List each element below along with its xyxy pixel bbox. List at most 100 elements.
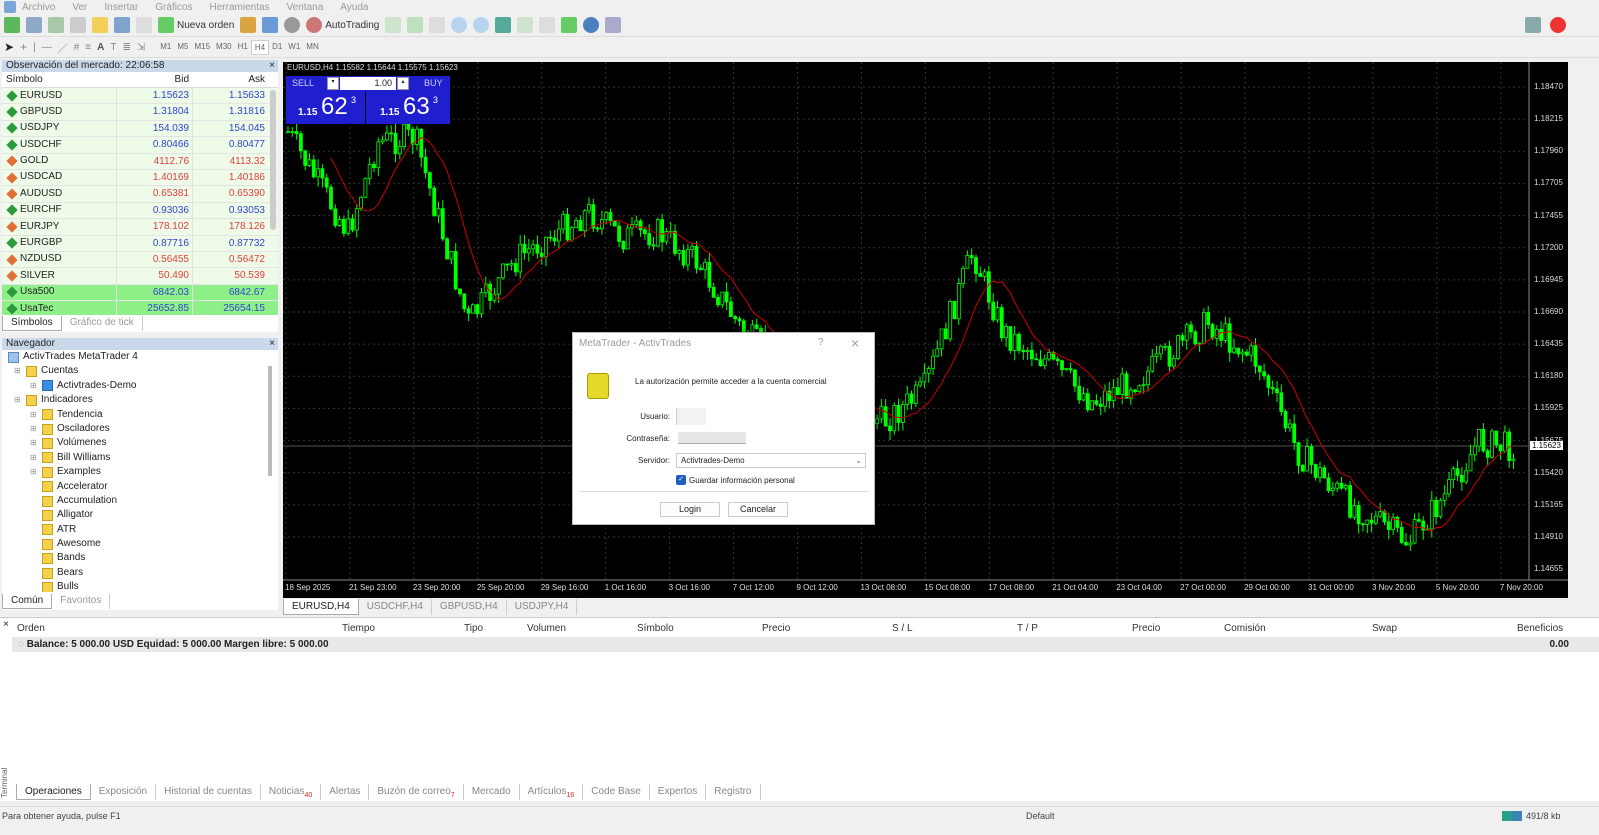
vertical-line-icon[interactable]: |	[33, 42, 36, 53]
market-watch-row[interactable]: GBPUSD 1.31804 1.31816	[2, 104, 278, 121]
indicators-icon[interactable]	[561, 17, 578, 33]
trendline-icon[interactable]: ／	[58, 40, 68, 55]
market-watch-row[interactable]: AUDUSD 0.65381 0.65390	[2, 186, 278, 203]
navigator-root[interactable]: ActivTrades MetaTrader 4	[8, 350, 278, 364]
navigator-item[interactable]: ⊞ Activtrades-Demo	[8, 379, 278, 393]
terminal-tab[interactable]: Mercado	[464, 784, 520, 800]
column-header[interactable]: Tiempo	[342, 623, 375, 634]
horizontal-line-icon[interactable]: —	[42, 42, 52, 53]
price-chart[interactable]	[283, 62, 1568, 598]
navigator-item[interactable]: ⊞ Cuentas	[8, 364, 278, 378]
menu-archivo[interactable]: Archivo	[22, 2, 55, 13]
timeframe-w1[interactable]: W1	[285, 40, 303, 55]
close-icon[interactable]: ×	[269, 338, 275, 349]
market-icon[interactable]	[284, 17, 301, 33]
terminal-tab[interactable]: Code Base	[583, 784, 650, 800]
market-watch-row[interactable]: GOLD 4112.76 4113.32	[2, 153, 278, 170]
column-header[interactable]: S / L	[892, 623, 913, 634]
navigator-item[interactable]: ⊞ Osciladores	[8, 422, 278, 436]
navigator-icon[interactable]	[92, 17, 108, 33]
new-chart-icon[interactable]	[4, 17, 20, 33]
timeframe-m30[interactable]: M30	[213, 40, 235, 55]
navigator-item[interactable]: Accelerator	[8, 480, 278, 494]
buy-price[interactable]: 1.15 63 3	[370, 92, 450, 124]
candlestick-icon[interactable]	[407, 17, 424, 33]
close-icon[interactable]: ×	[3, 619, 9, 630]
navigator-item[interactable]: Awesome	[8, 537, 278, 551]
cursor-icon[interactable]: ➤	[4, 40, 14, 54]
terminal-tab[interactable]: Buzón de correo7	[369, 784, 464, 800]
column-header[interactable]: Comisión	[1224, 623, 1266, 634]
strategy-tester-icon[interactable]	[136, 17, 152, 33]
arrows-icon[interactable]: ⇲	[137, 42, 145, 53]
navigator-item[interactable]: Bulls	[8, 580, 278, 592]
timeframe-m5[interactable]: M5	[174, 40, 191, 55]
navigator-item[interactable]: ⊞ Tendencia	[8, 408, 278, 422]
expand-icon[interactable]: ⊞	[30, 379, 38, 393]
crosshair-icon[interactable]: +	[20, 40, 27, 54]
tab-com-n[interactable]: Común	[2, 594, 53, 609]
chart-window[interactable]: EURUSD,H4 1.15582 1.15644 1.15575 1.1562…	[283, 62, 1568, 598]
market-watch-row[interactable]: EURCHF 0.93036 0.93053	[2, 202, 278, 220]
column-header[interactable]: Orden	[17, 623, 45, 634]
column-header[interactable]: Swap	[1372, 623, 1397, 634]
lot-size-input[interactable]: 1.00	[340, 77, 396, 90]
column-header[interactable]: Beneficios	[1517, 623, 1563, 634]
market-watch-row[interactable]: USDCHF 0.80466 0.80477	[2, 137, 278, 154]
server-select[interactable]: Activtrades-Demo ⌄	[676, 453, 866, 468]
channel-icon[interactable]: #	[74, 42, 80, 53]
signals-icon[interactable]	[262, 17, 279, 33]
market-watch-row[interactable]: NZDUSD 0.56455 0.56472	[2, 251, 278, 269]
navigator-item[interactable]: ⊞ Bill Williams	[8, 451, 278, 465]
terminal-tab[interactable]: Registro	[706, 784, 761, 800]
market-watch-row[interactable]: USDJPY 154.039 154.045	[2, 120, 278, 138]
password-input[interactable]	[678, 432, 746, 444]
sell-price[interactable]: 1.15 62 3	[286, 92, 366, 124]
data-window-icon[interactable]	[70, 17, 86, 33]
balance-row[interactable]: ◌ Balance: 5 000.00 USD Equidad: 5 000.0…	[12, 637, 1599, 652]
new-order-button[interactable]: Nueva orden	[158, 17, 234, 33]
menu-ver[interactable]: Ver	[72, 2, 87, 13]
sell-button[interactable]: SELL	[292, 78, 314, 88]
scrollbar[interactable]	[268, 366, 272, 476]
menu-ventana[interactable]: Ventana	[287, 2, 324, 13]
menu-herramientas[interactable]: Herramientas	[210, 2, 270, 13]
column-ask[interactable]: Ask	[192, 72, 268, 87]
column-header[interactable]: Volumen	[527, 623, 566, 634]
line-chart-icon[interactable]	[429, 17, 446, 33]
tab-gr-fico-de-tick[interactable]: Gráfico de tick	[62, 316, 143, 331]
navigator-item[interactable]: ⊞ Volúmenes	[8, 436, 278, 450]
lot-decrease-button[interactable]: ▾	[327, 77, 339, 90]
chart-tab[interactable]: GBPUSD,H4	[432, 599, 507, 615]
market-watch-row[interactable]: EURGBP 0.87716 0.87732	[2, 235, 278, 252]
help-button[interactable]: ?	[818, 337, 824, 348]
chart-tab[interactable]: EURUSD,H4	[283, 599, 359, 615]
tab-s-mbolos[interactable]: Símbolos	[2, 316, 62, 331]
column-header[interactable]: T / P	[1017, 623, 1038, 634]
autoscroll-icon[interactable]	[517, 17, 534, 33]
fibonacci-icon[interactable]: ≡	[85, 42, 91, 53]
market-watch-row[interactable]: EURUSD 1.15623 1.15633	[2, 88, 278, 105]
terminal-icon[interactable]	[114, 17, 130, 33]
column-header[interactable]: Símbolo	[637, 623, 674, 634]
market-watch-row[interactable]: EURJPY 178.102 178.126	[2, 219, 278, 236]
menu-ayuda[interactable]: Ayuda	[340, 2, 368, 13]
navigator-item[interactable]: ATR	[8, 523, 278, 537]
column-header[interactable]: Tipo	[464, 623, 483, 634]
column-symbol[interactable]: Símbolo	[2, 72, 116, 87]
profiles-icon[interactable]	[26, 17, 42, 33]
column-header[interactable]: Precio	[762, 623, 790, 634]
fibo-fan-icon[interactable]: ≣	[122, 42, 130, 53]
expand-icon[interactable]: ⊞	[30, 422, 38, 436]
navigator-item[interactable]: Accumulation	[8, 494, 278, 508]
scrollbar[interactable]	[270, 90, 276, 230]
zoom-in-icon[interactable]	[451, 17, 468, 33]
chart-tab[interactable]: USDJPY,H4	[507, 599, 578, 615]
templates-icon[interactable]	[605, 17, 622, 33]
market-watch-row[interactable]: Usa500 6842.03 6842.67	[2, 284, 278, 302]
timeframe-mn[interactable]: MN	[303, 40, 321, 55]
chart-tab[interactable]: USDCHF,H4	[359, 599, 432, 615]
terminal-tab[interactable]: Operaciones	[16, 784, 91, 800]
expand-icon[interactable]: ⊞	[14, 364, 22, 378]
text-label-icon[interactable]: T	[110, 42, 116, 53]
